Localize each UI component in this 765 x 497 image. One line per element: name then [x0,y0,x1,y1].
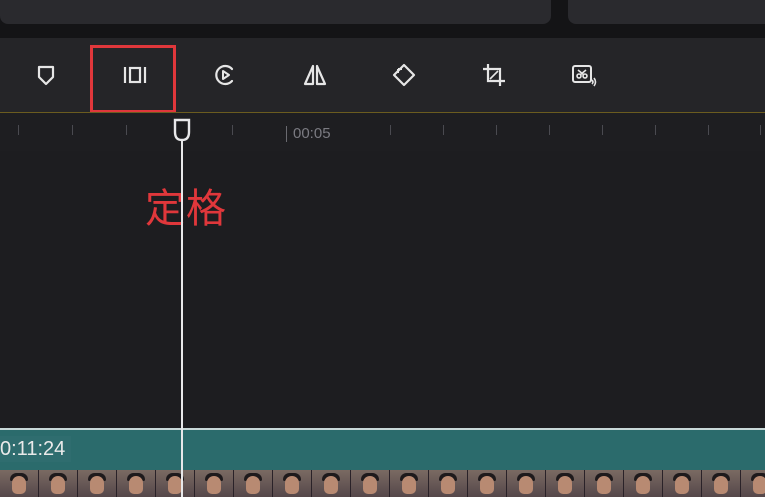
ruler-tick [760,125,761,135]
playhead-handle-icon[interactable] [173,118,191,142]
annotation-label: 定格 [145,186,227,232]
thumbnail [624,470,663,497]
ruler-tick [18,125,19,135]
clip-duration: 0:11:24 [0,436,72,462]
audio-cut-icon [572,65,597,87]
audio-cut-button[interactable] [556,38,612,112]
ruler-tick [72,125,73,135]
ruler-tick [232,125,233,135]
ruler-tick [126,125,127,135]
ruler-tick [708,125,709,135]
video-clip[interactable] [0,428,765,470]
crop-button[interactable] [466,38,522,112]
mark-button[interactable] [18,38,74,112]
ruler-tick [496,125,497,135]
freeze-frame-button[interactable] [107,38,163,112]
timeline-toolbar [0,38,765,112]
thumbnail [507,470,546,497]
thumbnail [273,470,312,497]
thumbnail [156,470,195,497]
preview-panel [0,0,551,24]
thumbnail [234,470,273,497]
thumbnail [39,470,78,497]
thumbnail [312,470,351,497]
thumbnail [390,470,429,497]
thumbnail [741,470,765,497]
thumbnail [663,470,702,497]
thumbnail [351,470,390,497]
top-panel-area [0,0,765,38]
speed-button[interactable] [197,38,253,112]
rotate-icon [392,63,416,87]
ruler-tick [655,125,656,135]
shield-marker-icon [37,65,55,86]
properties-panel [568,0,765,24]
thumbnail [702,470,741,497]
timeline-ruler[interactable]: 00:05 [0,112,765,151]
thumbnail [585,470,624,497]
ruler-time-label: 00:05 [286,126,331,142]
ruler-tick [443,125,444,135]
timeline-track-area[interactable] [0,151,765,429]
ruler-tick [549,125,550,135]
thumbnail [468,470,507,497]
rotate-button[interactable] [376,38,432,112]
thumbnail [195,470,234,497]
thumbnail [0,470,39,497]
mirror-icon [303,64,327,86]
thumbnail [546,470,585,497]
thumbnail [117,470,156,497]
crop-icon [483,64,505,86]
freeze-frame-icon [123,66,147,84]
playhead-line[interactable] [181,140,183,497]
thumbnail [78,470,117,497]
ruler-tick [390,125,391,135]
thumbnail [429,470,468,497]
ruler-tick [602,125,603,135]
speed-play-icon [215,64,234,86]
clip-thumbnails [0,470,765,497]
mirror-button[interactable] [287,38,343,112]
